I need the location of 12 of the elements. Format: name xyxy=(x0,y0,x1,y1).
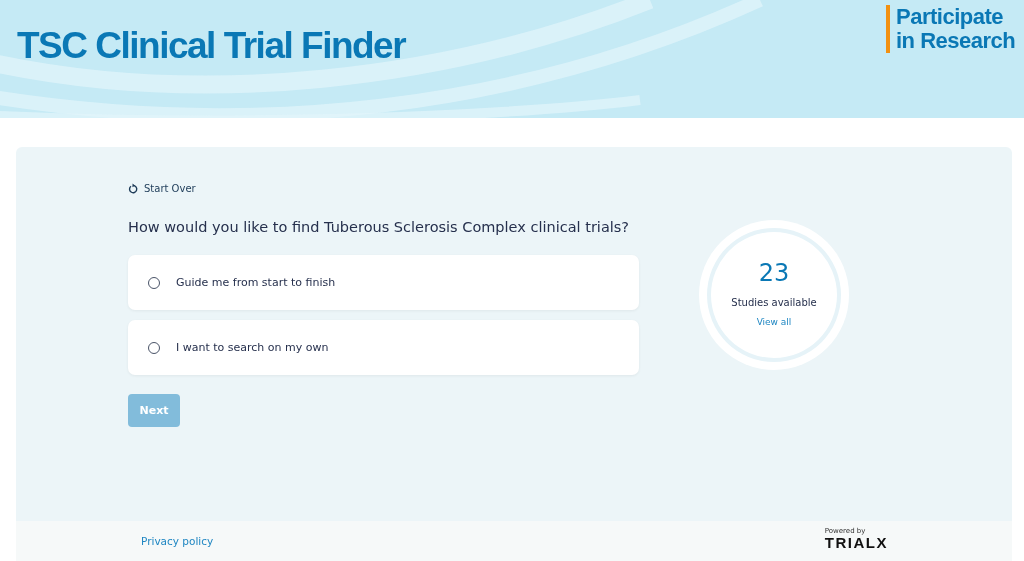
answer-option[interactable]: Guide me from start to finish xyxy=(128,255,639,310)
studies-label: Studies available xyxy=(731,297,817,308)
view-all-link[interactable]: View all xyxy=(756,317,792,327)
page-title: TSC Clinical Trial Finder xyxy=(17,25,406,67)
reset-icon xyxy=(128,183,138,194)
studies-count: 23 xyxy=(758,259,790,287)
answer-option[interactable]: I want to search on my own xyxy=(128,320,639,375)
privacy-link[interactable]: Privacy policy xyxy=(141,535,214,547)
participate-badge: Participate in Research xyxy=(886,5,1016,53)
question-text: How would you like to find Tuberous Sclerosis Complex clinical trials? xyxy=(128,219,631,235)
trialx-logo: TRIALX xyxy=(824,535,888,551)
start-over-link[interactable]: Start Over xyxy=(128,183,196,194)
